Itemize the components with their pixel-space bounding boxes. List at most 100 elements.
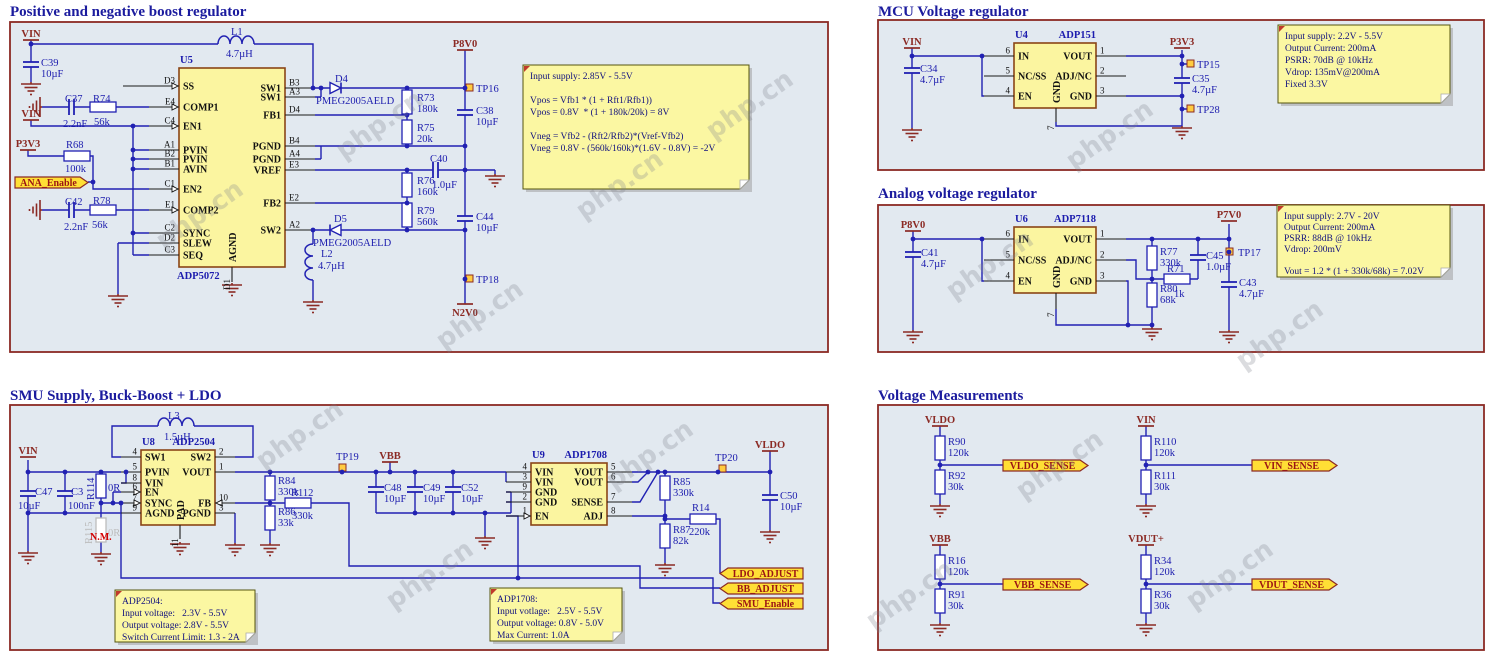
junction-dot [131,231,136,236]
power-port-vin[interactable]: VIN [902,37,922,48]
power-port-p8v0[interactable]: P8V0 [901,220,926,231]
resistor-r84[interactable] [265,476,275,500]
note-line: Vpos = Vfb1 * (1 + Rft1/Rfb1)) [530,95,652,106]
note-adp2504[interactable]: ADP2504:Input voltage: 2.3V - 5.5VOutput… [115,590,258,645]
harness-port-bb-adjust[interactable]: BB_ADJUST [720,583,803,595]
pin-name: PAD [176,500,187,520]
component-value: 20k [417,134,434,145]
harness-port-ldo-adjust[interactable]: LDO_ADJUST [720,568,803,580]
harness-port-ana-enable[interactable]: ANA_Enable [15,177,88,189]
resistor-r76[interactable] [402,173,412,197]
harness-port-vldo-sense[interactable]: VLDO_SENSE [1003,460,1088,472]
pin-designator: 4 [523,462,528,472]
resistor-r75[interactable] [402,120,412,144]
power-port-vldo[interactable]: VLDO [925,415,955,426]
note-boost[interactable]: Input supply: 2.85V - 5.5VVpos = Vfb1 * … [523,65,752,192]
component-value: 330k [673,488,695,499]
harness-port-vin-sense[interactable]: VIN_SENSE [1252,460,1337,472]
power-port-vldo[interactable]: VLDO [755,440,785,451]
label-c47-ref: C47 [35,487,53,498]
power-port-vbb[interactable]: VBB [929,534,951,545]
label-r80[interactable]: R8068k [1160,284,1178,306]
pin-designator: B2 [164,149,175,159]
note-line: Input voltage: 2.3V - 5.5V [122,609,228,619]
resistor-r110[interactable] [1141,436,1151,460]
resistor-r91[interactable] [935,589,945,613]
junction-dot [405,201,410,206]
label-r110[interactable]: R110120k [1154,437,1176,459]
label-r75[interactable]: R7520k [417,123,435,145]
resistor-r86[interactable] [265,506,275,530]
component-value: 30k [948,482,965,493]
junction-dot [463,144,468,149]
label-r112-ref: R112 [291,488,313,499]
harness-port-smu-enable[interactable]: SMU_Enable [720,598,803,610]
pin-name: NC/SS [1018,72,1047,83]
harness-port-vbb-sense[interactable]: VBB_SENSE [1003,579,1088,591]
component-value: 10µF [476,223,499,234]
power-port-p8v0[interactable]: P8V0 [453,39,478,50]
component-value: 180k [417,104,439,115]
label-r92[interactable]: R9230k [948,471,966,493]
pin-designator: 7 [611,492,616,502]
pin-name: EN2 [183,185,202,196]
harness-port-vdut-sense[interactable]: VDUT_SENSE [1252,579,1337,591]
resistor-r71[interactable] [1164,274,1190,284]
resistor-r90[interactable] [935,436,945,460]
label-r36[interactable]: R3630k [1154,590,1172,612]
resistor-r80[interactable] [1147,283,1157,307]
power-port-vin[interactable]: VIN [1136,415,1156,426]
label-r87[interactable]: R8782k [673,525,691,547]
label-r91[interactable]: R9130k [948,590,966,612]
power-port-p3v3[interactable]: P3V3 [16,139,41,150]
junction-dot [268,501,273,506]
note-analog[interactable]: Input supply: 2.7V - 20VOutput Current: … [1277,205,1453,280]
power-port-p7v0[interactable]: P7V0 [1217,210,1242,221]
resistor-r85[interactable] [660,476,670,500]
power-port-vdut[interactable]: VDUT+ [1128,534,1164,545]
power-port-vin[interactable]: VIN [21,109,41,120]
label-l1-ref: L1 [231,27,243,38]
pin-name: PGND [253,155,281,166]
pin-designator: 5 [611,462,616,472]
resistor-r92[interactable] [935,470,945,494]
power-port-label: P3V3 [16,139,41,150]
section-mcu: MCU Voltage regulator U4ADP151IN6NC/SS5E… [876,4,1490,172]
resistor-r14[interactable] [690,514,716,524]
resistor-r16[interactable] [935,555,945,579]
label-l1-val: 4.7µH [226,49,253,60]
resistor-r34[interactable] [1141,555,1151,579]
junction-dot [451,511,456,516]
vm-canvas: VLDO VIN VBB VDUT+ R90120k R9230k R11012… [876,388,1490,656]
resistor-r77[interactable] [1147,246,1157,270]
resistor-r114[interactable] [96,474,106,498]
testpoint-label: TP28 [1197,105,1220,116]
power-port-vin[interactable]: VIN [18,446,38,457]
testpoint-label: TP17 [1238,248,1261,259]
junction-dot [1150,237,1155,242]
power-port-p3v3[interactable]: P3V3 [1170,37,1195,48]
component-ref: R87 [673,525,691,536]
schematic-page: Positive and negative boost regulator [0,0,1496,656]
power-port-vbb[interactable]: VBB [379,451,401,462]
label-r114-val: 0R [108,483,120,494]
pin-designator: 5 [1006,66,1011,76]
power-port-vin[interactable]: VIN [21,29,41,40]
harness-label: VLDO_SENSE [1010,461,1076,472]
section-title-mcu: MCU Voltage regulator [878,4,1029,21]
pin-designator: B4 [289,136,300,146]
pin-designator: E3 [289,160,299,170]
note-adp1708[interactable]: ADP1708:Input votlage: 2.5V - 5.5VOutput… [490,588,625,644]
component-value: 4.7µF [920,75,945,86]
section-smu: SMU Supply, Buck-Boost + LDO [8,388,832,656]
label-d5-val: PMEG2005AELD [313,238,392,249]
resistor-r68[interactable] [64,151,90,161]
resistor-r36[interactable] [1141,589,1151,613]
resistor-r111[interactable] [1141,470,1151,494]
resistor-r73[interactable] [402,90,412,114]
pin-name: VOUT [574,478,603,489]
note-mcu[interactable]: Input supply: 2.2V - 5.5VOutput Current:… [1278,25,1453,106]
resistor-r79[interactable] [402,203,412,227]
junction-dot [463,86,468,91]
resistor-r87[interactable] [660,524,670,548]
